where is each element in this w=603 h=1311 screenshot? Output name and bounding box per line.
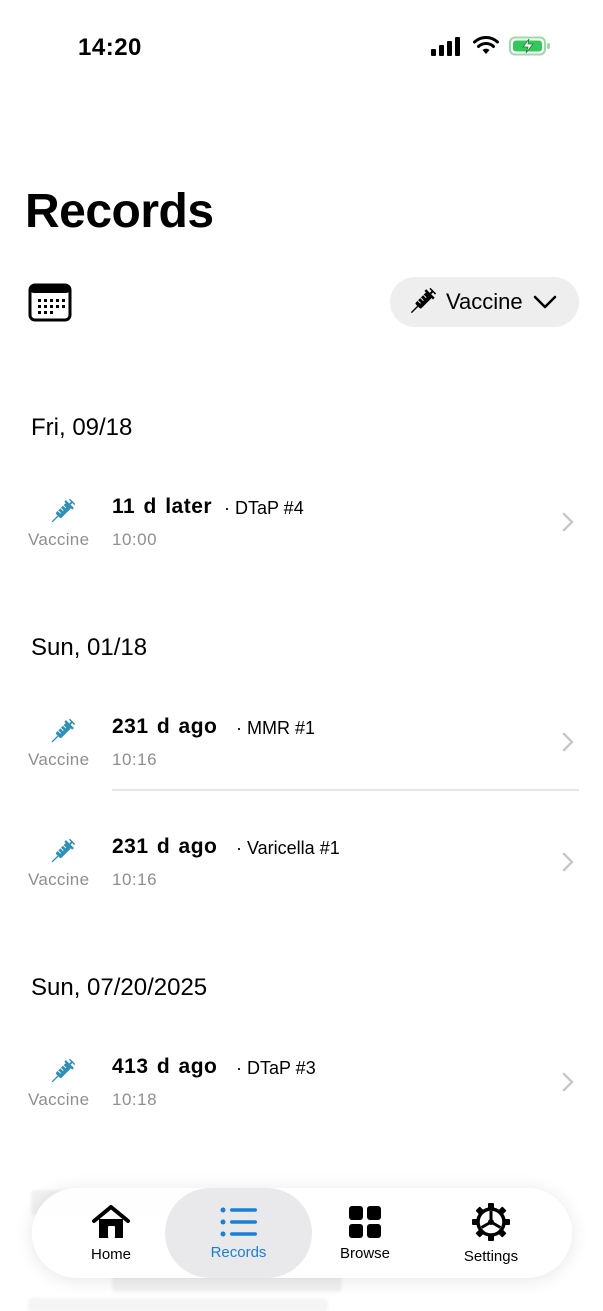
list-icon (220, 1207, 257, 1236)
record-relative-time: 11 d later (112, 495, 213, 518)
battery-charging-icon (509, 36, 550, 56)
calendar-button[interactable] (28, 282, 72, 322)
vaccine-filter-dropdown[interactable]: Vaccine (390, 277, 579, 327)
records-screen: 14:20 Records Vaccine Fri, 09/18 Vaccine… (0, 0, 603, 1311)
page-title: Records (25, 185, 214, 238)
grid-icon (349, 1205, 381, 1238)
syringe-icon (51, 1058, 76, 1083)
syringe-icon (410, 287, 437, 314)
record-time: 10:18 (112, 1090, 158, 1109)
record-relative-time: 231 d ago (112, 715, 218, 738)
gear-icon (472, 1202, 510, 1241)
row-divider (112, 789, 579, 791)
record-type-label: Vaccine (28, 530, 90, 549)
wifi-icon (473, 36, 499, 54)
syringe-icon (51, 718, 76, 743)
record-type-label: Vaccine (28, 1090, 90, 1109)
tab-label: Records (210, 1243, 267, 1261)
tab-browse[interactable]: Browse (304, 1188, 426, 1278)
record-type-label: Vaccine (28, 750, 90, 769)
cellular-signal-icon (431, 37, 460, 56)
chevron-right-icon (562, 852, 574, 872)
chevron-right-icon (562, 512, 574, 532)
tab-settings[interactable]: Settings (430, 1188, 552, 1278)
record-vaccine-name: · DTaP #3 (236, 1058, 316, 1078)
tab-label: Settings (463, 1247, 519, 1265)
record-time: 10:16 (112, 870, 158, 889)
record-relative-time: 231 d ago (112, 835, 218, 858)
home-icon (92, 1204, 130, 1238)
syringe-icon (51, 838, 76, 863)
bottom-tab-bar: Home Records Browse Settings (32, 1188, 572, 1278)
section-date-header: Fri, 09/18 (31, 414, 133, 441)
tab-label: Home (90, 1245, 131, 1263)
chevron-right-icon (562, 732, 574, 752)
record-row[interactable]: Vaccine 413 d ago · DTaP #3 10:18 (0, 1041, 603, 1141)
record-vaccine-name: · Varicella #1 (236, 838, 340, 858)
record-type-label: Vaccine (28, 870, 90, 889)
record-row[interactable]: Vaccine 11 d later · DTaP #4 10:00 (0, 481, 603, 581)
record-row[interactable]: Vaccine 231 d ago · Varicella #1 10:16 (0, 821, 603, 921)
record-row[interactable]: Vaccine 231 d ago · MMR #1 10:16 (0, 701, 603, 801)
section-date-header: Sun, 07/20/2025 (31, 974, 208, 1001)
chevron-down-icon (533, 295, 556, 309)
section-date-header: Sun, 01/18 (31, 634, 148, 661)
record-relative-time: 413 d ago (112, 1055, 218, 1078)
syringe-icon (51, 498, 76, 523)
status-time: 14:20 (78, 34, 142, 61)
tab-home[interactable]: Home (50, 1188, 172, 1278)
record-time: 10:16 (112, 750, 158, 769)
tab-label: Browse (339, 1244, 391, 1262)
record-vaccine-name: · DTaP #4 (224, 498, 304, 518)
record-vaccine-name: · MMR #1 (236, 718, 316, 738)
calendar-icon (28, 283, 72, 322)
tab-records[interactable]: Records (165, 1188, 312, 1278)
filter-label: Vaccine (446, 289, 523, 314)
status-icons (431, 36, 551, 56)
record-time: 10:00 (112, 530, 158, 549)
chevron-right-icon (562, 1072, 574, 1092)
